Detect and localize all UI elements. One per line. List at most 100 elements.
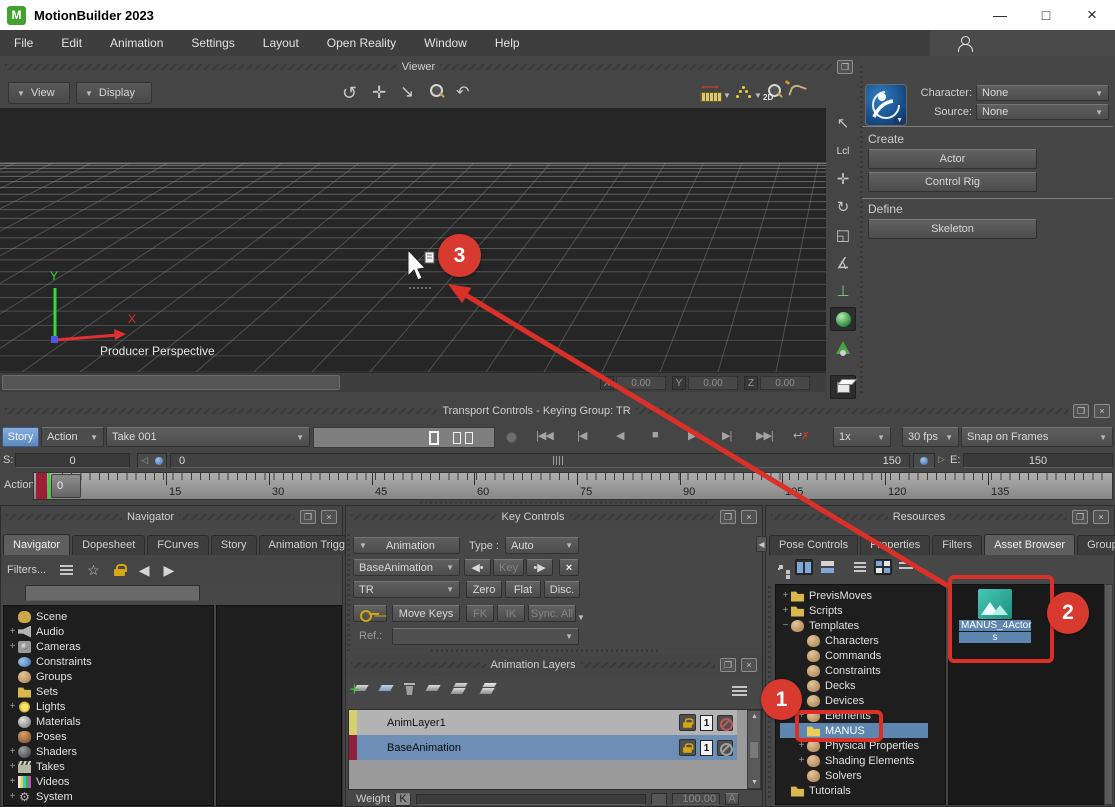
weight-slider[interactable] (416, 794, 646, 805)
skeleton-button[interactable]: Skeleton (868, 219, 1037, 239)
next-key-button[interactable]: •▶ (526, 559, 553, 576)
record-button[interactable] (506, 432, 517, 443)
step-back-button[interactable]: ◀ (616, 429, 623, 442)
scrollbar-thumb[interactable] (749, 741, 759, 759)
menu-window[interactable]: Window (410, 36, 481, 50)
drag-hatch[interactable] (351, 514, 497, 520)
go-to-start-button[interactable]: |◀◀ (536, 429, 553, 442)
tree-view-icon[interactable] (772, 559, 790, 575)
menu-open-reality[interactable]: Open Reality (313, 36, 410, 50)
layers-scrollbar[interactable]: ▲ ▼ (747, 710, 761, 789)
menu-layout[interactable]: Layout (249, 36, 313, 50)
translate-tool-icon[interactable]: ✛ (830, 167, 856, 191)
menu-help[interactable]: Help (481, 36, 534, 50)
tree-item[interactable]: Scene (7, 609, 213, 624)
menu-edit[interactable]: Edit (47, 36, 96, 50)
tree-item[interactable]: Sets (7, 684, 213, 699)
tree-item[interactable]: Groups (7, 669, 213, 684)
viewport-scrollbar[interactable]: X 0.00 Y 0.00 Z 0.00 (0, 372, 826, 392)
list-options-icon[interactable] (60, 565, 73, 575)
action-mode-dropdown[interactable]: Action▼ (41, 427, 104, 447)
coord-z-value[interactable]: 0.00 (760, 376, 810, 390)
frame-spinner[interactable]: ◁ (137, 453, 167, 468)
layers-menu-icon[interactable] (732, 686, 747, 696)
spinner-knob-icon[interactable] (155, 457, 163, 465)
delete-key-button[interactable]: × (559, 559, 579, 576)
split-view-icon[interactable] (795, 559, 813, 575)
dock-icon[interactable]: ❐ (300, 510, 316, 524)
spinner-right-icon[interactable]: ▷ (938, 454, 945, 465)
primitive-cube-icon[interactable] (830, 375, 856, 399)
rotate-tool-icon[interactable]: ↻ (830, 195, 856, 219)
tree-item[interactable]: Solvers (780, 768, 945, 783)
fps-dropdown[interactable]: 30 fps▼ (902, 427, 959, 447)
user-account-icon[interactable] (958, 36, 972, 51)
close-icon[interactable]: × (741, 658, 757, 672)
layer-count-badge[interactable]: 1 (700, 715, 713, 731)
tree-item[interactable]: +Takes (7, 759, 213, 774)
timeline-grip[interactable] (553, 456, 563, 465)
drag-hatch[interactable] (771, 514, 888, 520)
layer-row-selected[interactable]: BaseAnimation 1 (349, 735, 737, 760)
pan-camera-icon[interactable]: ✛ (372, 83, 386, 103)
next-key-button[interactable]: ▶| (722, 429, 731, 442)
tree-item[interactable]: Materials (7, 714, 213, 729)
key-type-dropdown[interactable]: Auto▼ (505, 537, 579, 554)
timeline-ruler[interactable]: 0 15 30 45 60 75 90 105 120 135 (33, 472, 1113, 500)
menu-animation[interactable]: Animation (96, 36, 177, 50)
tab-groups[interactable]: Groups (1077, 535, 1115, 555)
spinner-left-icon[interactable]: ◁ (141, 455, 148, 466)
display-menu-button[interactable]: ▼ Display (76, 82, 152, 104)
range-spinner[interactable] (913, 453, 935, 468)
tab-fcurves[interactable]: FCurves (147, 535, 209, 555)
dock-icon[interactable]: ❐ (1073, 404, 1089, 418)
normal-selection-mode-icon[interactable] (830, 307, 856, 331)
minimize-button[interactable]: — (977, 0, 1023, 30)
tree-item[interactable]: +Scripts (780, 603, 945, 618)
undo-view-icon[interactable]: ↶ (456, 82, 469, 102)
select-tool-icon[interactable]: ↖ (830, 111, 856, 135)
dock-icon[interactable]: ❐ (837, 60, 853, 74)
story-mode-button[interactable]: Story (2, 427, 39, 447)
move-keys-button[interactable]: Move Keys (392, 605, 460, 622)
3d-viewport[interactable]: Y X Producer Perspective (0, 108, 826, 372)
maximize-button[interactable]: □ (1023, 0, 1069, 30)
tree-item[interactable]: Poses (7, 729, 213, 744)
playback-speed-dropdown[interactable]: 1x▼ (833, 427, 891, 447)
list-view-icon[interactable] (851, 559, 869, 575)
menu-settings[interactable]: Settings (177, 36, 248, 50)
delete-layer-icon[interactable] (404, 683, 415, 695)
disc-button[interactable]: Disc. (544, 581, 580, 598)
playhead-handle[interactable]: 0 (51, 474, 81, 498)
zero-button[interactable]: Zero (466, 581, 502, 598)
mute-layer-icon[interactable] (717, 740, 733, 756)
mute-layer-icon[interactable] (717, 715, 733, 731)
view-menu-button[interactable]: ▼ View (8, 82, 70, 104)
tree-item[interactable]: Constraints (780, 663, 945, 678)
tree-item[interactable]: Constraints (7, 654, 213, 669)
tree-item[interactable]: +PrevisMoves (780, 588, 945, 603)
duplicate-layers-icon[interactable] (451, 682, 469, 696)
detail-view-icon[interactable] (897, 559, 915, 575)
character-icon[interactable]: ▼ (865, 84, 907, 126)
end-frame-field[interactable]: 150 (963, 453, 1113, 468)
layer-dropdown[interactable]: BaseAnimation▼ (353, 559, 460, 576)
thumbnail-view-icon[interactable] (874, 559, 892, 575)
duplicate-merge-icon[interactable] (480, 682, 498, 696)
filters-button[interactable]: Filters... (7, 564, 46, 576)
scroll-down-icon[interactable]: ▼ (751, 779, 758, 786)
channel-dropdown[interactable]: TR▼ (353, 581, 460, 598)
flat-button[interactable]: Flat (505, 581, 541, 598)
scroll-up-icon[interactable]: ▲ (751, 713, 758, 720)
unlock-icon[interactable] (114, 564, 125, 576)
weight-spin[interactable] (651, 793, 667, 805)
layer-count-badge[interactable]: 1 (700, 740, 713, 756)
set-key-button[interactable]: Key (493, 559, 524, 576)
search-input[interactable] (25, 585, 200, 601)
key-mode-button[interactable] (353, 605, 387, 622)
tree-item[interactable]: Tutorials (780, 783, 945, 798)
favorites-star-icon[interactable]: ☆ (87, 562, 100, 579)
stop-button[interactable]: ■ (652, 429, 658, 441)
ref-dropdown[interactable]: ▼ (392, 628, 579, 645)
drag-hatch[interactable] (351, 662, 486, 668)
